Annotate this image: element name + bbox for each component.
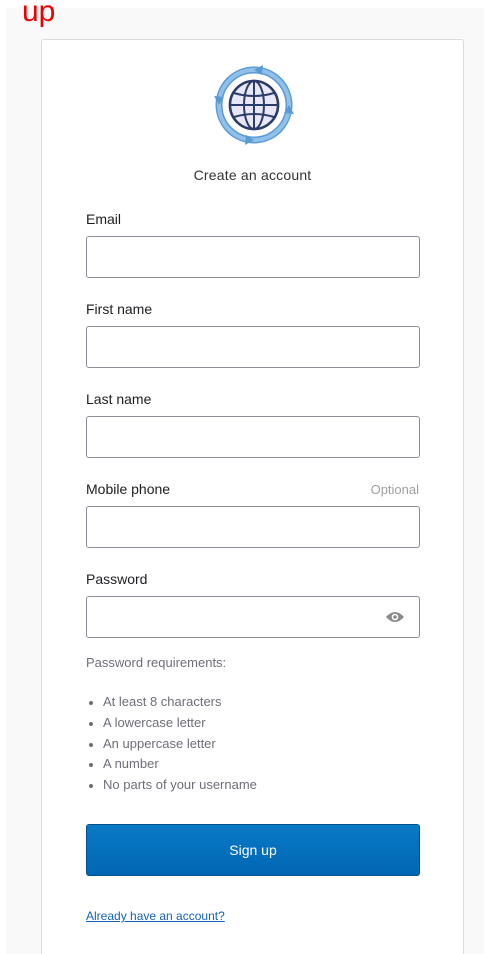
requirement-text: A lowercase letter: [103, 714, 206, 730]
list-item: No parts of your username: [86, 775, 257, 796]
list-item: A lowercase letter: [86, 713, 257, 734]
password-requirements-list: At least 8 characters A lowercase letter…: [86, 692, 257, 796]
list-item: An uppercase letter: [86, 734, 257, 755]
already-have-account-link[interactable]: Already have an account?: [86, 909, 225, 923]
mobile-phone-label: Mobile phone: [86, 481, 171, 497]
last-name-label: Last name: [86, 391, 152, 407]
sign-up-button[interactable]: Sign up: [86, 824, 420, 876]
requirement-text: A number: [103, 756, 159, 772]
password-input[interactable]: [86, 596, 420, 638]
email-input[interactable]: [86, 236, 420, 278]
email-label: Email: [86, 211, 122, 227]
first-name-label: First name: [86, 301, 153, 317]
globe-with-arrows-icon: [214, 65, 294, 145]
first-name-input[interactable]: [86, 326, 420, 368]
signup-card: Create an account Email First name Last …: [41, 39, 464, 954]
optional-indicator: Optional: [370, 482, 419, 497]
last-name-input[interactable]: [86, 416, 420, 458]
page: Create an account Email First name Last …: [0, 0, 486, 954]
mobile-phone-input[interactable]: [86, 506, 420, 548]
annotation-text: up: [22, 0, 56, 28]
list-item: At least 8 characters: [86, 692, 257, 713]
requirement-text: An uppercase letter: [103, 735, 216, 751]
eye-icon[interactable]: [385, 610, 405, 624]
requirement-text: At least 8 characters: [103, 694, 222, 709]
list-item: A number: [86, 754, 257, 775]
form-title: Create an account: [193, 167, 312, 183]
requirement-text: No parts of your username: [103, 777, 257, 793]
password-label: Password: [86, 571, 148, 587]
password-requirements-title: Password requirements:: [86, 655, 227, 670]
